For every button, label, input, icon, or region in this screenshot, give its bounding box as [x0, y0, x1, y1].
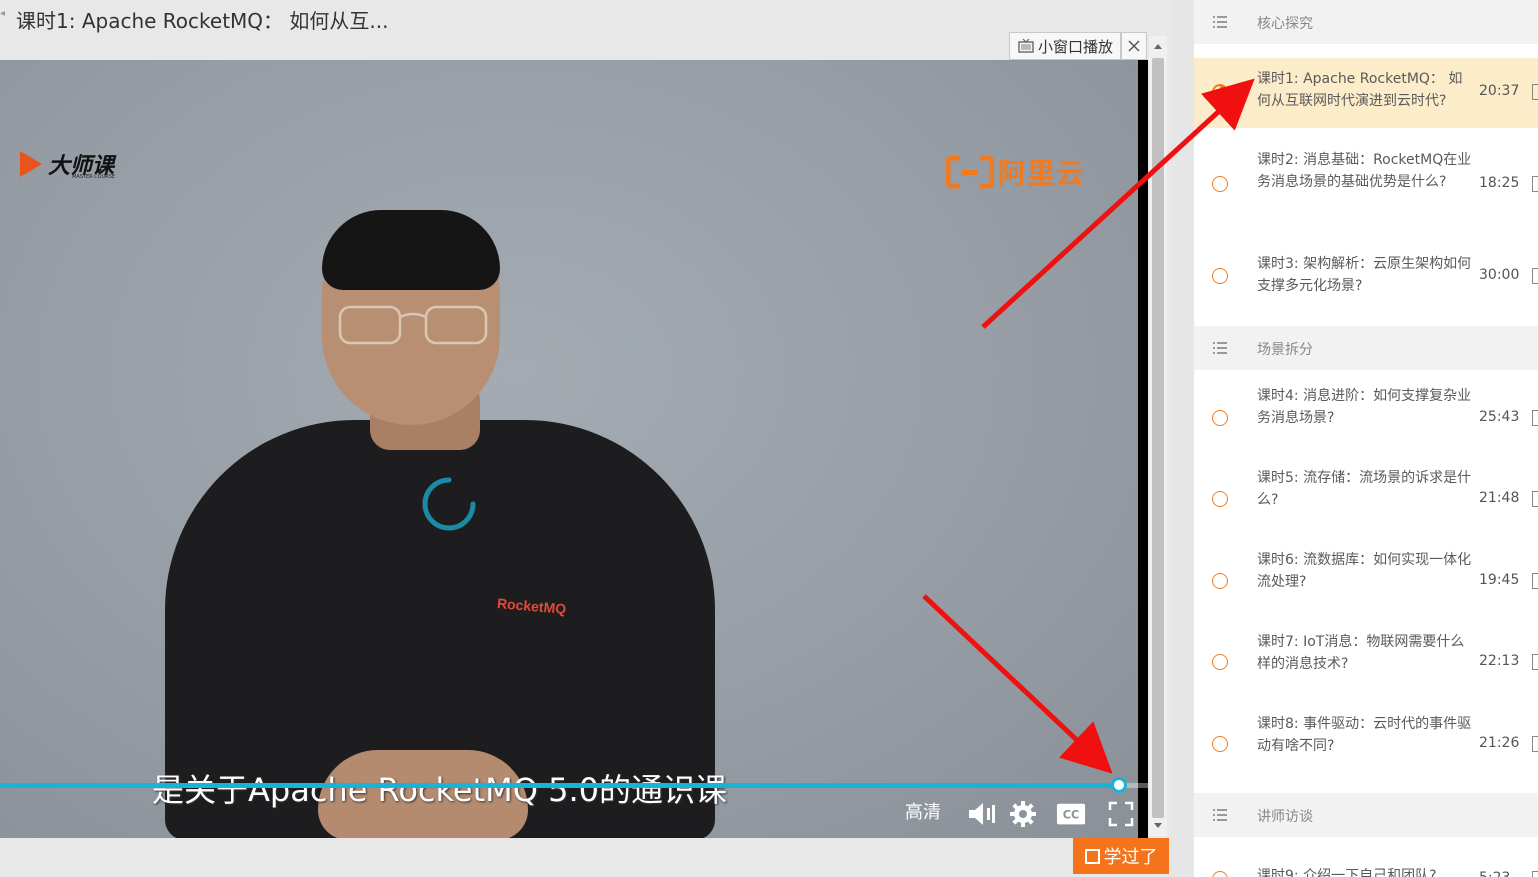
caret-icon: ◂ — [0, 8, 6, 19]
unwatched-circle-icon — [1212, 871, 1228, 877]
lesson-duration: 21:48 — [1479, 490, 1520, 506]
lesson-doc-icon — [1532, 736, 1538, 752]
quality-selector[interactable]: 高清 — [905, 798, 941, 824]
lesson-title: 课时8: 事件驱动：云时代的事件驱动有啥不同? — [1257, 716, 1472, 754]
master-course-logo: 大师课 MASTER COURSE — [18, 148, 115, 180]
close-mini-button[interactable] — [1121, 32, 1147, 60]
page-title: 课时1: Apache RocketMQ： 如何从互... — [16, 9, 389, 33]
unwatched-circle-icon — [1212, 736, 1228, 752]
section-label: 场景拆分 — [1257, 342, 1313, 358]
lesson-doc-icon — [1532, 871, 1538, 877]
list-icon — [1213, 809, 1227, 821]
close-icon — [1128, 40, 1140, 52]
lesson-duration: 5:23 — [1479, 870, 1510, 877]
lesson-title: 课时9: 介绍一下自己和团队? — [1257, 868, 1437, 877]
lesson-doc-icon — [1532, 491, 1538, 507]
progress-bar[interactable] — [0, 777, 1148, 793]
lesson-duration: 18:25 — [1479, 175, 1520, 191]
video-player[interactable]: RocketMQ 是关于Apache RocketMQ 5.0的通识课 高清 C… — [0, 60, 1148, 838]
lesson-item[interactable]: 课时7: IoT消息：物联网需要什么样的消息技术? 22:13 — [1194, 618, 1538, 700]
loading-spinner-icon — [422, 477, 476, 531]
mini-window-label: 小窗口播放 — [1038, 37, 1114, 56]
lesson-doc-icon — [1532, 84, 1538, 100]
player-area: ◂ 课时1: Apache RocketMQ： 如何从互... 小窗口播放 Ro… — [0, 0, 1170, 877]
aliyun-mark-icon — [946, 155, 994, 189]
lesson-duration: 21:26 — [1479, 735, 1520, 751]
scroll-up-icon[interactable] — [1149, 38, 1167, 54]
section-label: 讲师访谈 — [1257, 809, 1313, 825]
unwatched-circle-icon — [1212, 268, 1228, 284]
scrollbar-thumb[interactable] — [1152, 58, 1164, 818]
unwatched-circle-icon — [1212, 491, 1228, 507]
speaker-hair — [322, 210, 500, 290]
lesson-sidebar: 核心探究课时1: Apache RocketMQ： 如何从互联网时代演进到云时代… — [1194, 0, 1538, 877]
lesson-item[interactable]: 课时1: Apache RocketMQ： 如何从互联网时代演进到云时代? 20:… — [1194, 58, 1538, 128]
list-icon — [1213, 342, 1227, 354]
video-edge — [1138, 60, 1148, 838]
lesson-title: 课时7: IoT消息：物联网需要什么样的消息技术? — [1257, 634, 1465, 672]
tv-icon — [1018, 39, 1034, 53]
unwatched-circle-icon — [1212, 410, 1228, 426]
lesson-duration: 30:00 — [1479, 267, 1520, 283]
lesson-item[interactable]: 课时8: 事件驱动：云时代的事件驱动有啥不同? 21:26 — [1194, 700, 1538, 782]
fullscreen-icon[interactable] — [1106, 799, 1136, 829]
lesson-duration: 20:37 — [1479, 83, 1520, 99]
unwatched-circle-icon — [1212, 573, 1228, 589]
in-progress-circle-icon — [1212, 84, 1228, 100]
lesson-doc-icon — [1532, 573, 1538, 589]
unwatched-circle-icon — [1212, 654, 1228, 670]
unwatched-circle-icon — [1212, 176, 1228, 192]
lesson-title: 课时2: 消息基础：RocketMQ在业务消息场景的基础优势是什么? — [1257, 152, 1472, 190]
lesson-duration: 25:43 — [1479, 409, 1520, 425]
lesson-doc-icon — [1532, 410, 1538, 426]
section-header[interactable]: 场景拆分 — [1194, 326, 1538, 370]
svg-text:CC: CC — [1063, 809, 1080, 822]
mark-learned-button[interactable]: 学过了 — [1073, 838, 1169, 874]
player-scrollbar[interactable] — [1149, 36, 1167, 836]
player-controls: 高清 CC — [0, 790, 1148, 838]
lesson-duration: 22:13 — [1479, 653, 1520, 669]
list-icon — [1213, 16, 1227, 28]
scroll-down-icon[interactable] — [1149, 818, 1167, 834]
learned-label: 学过了 — [1103, 847, 1158, 868]
aliyun-logo: 阿里云 — [946, 152, 1085, 192]
section-header[interactable]: 核心探究 — [1194, 0, 1538, 44]
progress-fill — [0, 783, 1120, 788]
lesson-item[interactable]: 课时3: 架构解析：云原生架构如何支撑多元化场景? 30:00 — [1194, 240, 1538, 322]
lesson-doc-icon — [1532, 176, 1538, 192]
mini-window-button[interactable]: 小窗口播放 — [1009, 32, 1121, 60]
lesson-title: 课时3: 架构解析：云原生架构如何支撑多元化场景? — [1257, 256, 1472, 294]
lesson-doc-icon — [1532, 654, 1538, 670]
lesson-title: 课时6: 流数据库：如何实现一体化流处理? — [1257, 552, 1472, 590]
lesson-doc-icon — [1532, 268, 1538, 284]
checkbox-icon — [1084, 848, 1100, 864]
section-label: 核心探究 — [1257, 16, 1313, 32]
lesson-item[interactable]: 课时9: 介绍一下自己和团队? 5:23 — [1194, 845, 1538, 877]
lesson-duration: 19:45 — [1479, 572, 1520, 588]
captions-icon[interactable]: CC — [1056, 799, 1086, 829]
settings-gear-icon[interactable] — [1008, 799, 1038, 829]
lesson-title: 课时5: 流存储：流场景的诉求是什么? — [1257, 470, 1472, 508]
play-triangle-icon — [20, 151, 42, 177]
lesson-title: 课时4: 消息进阶：如何支撑复杂业务消息场景? — [1257, 388, 1472, 426]
volume-icon[interactable] — [966, 799, 996, 829]
section-header[interactable]: 讲师访谈 — [1194, 793, 1538, 837]
lesson-title: 课时1: Apache RocketMQ： 如何从互联网时代演进到云时代? — [1257, 71, 1463, 109]
lesson-item[interactable]: 课时5: 流存储：流场景的诉求是什么? 21:48 — [1194, 454, 1538, 536]
lesson-item[interactable]: 课时2: 消息基础：RocketMQ在业务消息场景的基础优势是什么? 18:25 — [1194, 130, 1538, 238]
lesson-item[interactable]: 课时4: 消息进阶：如何支撑复杂业务消息场景? 25:43 — [1194, 372, 1538, 454]
lesson-item[interactable]: 课时6: 流数据库：如何实现一体化流处理? 19:45 — [1194, 536, 1538, 618]
speaker-glasses — [338, 305, 488, 345]
